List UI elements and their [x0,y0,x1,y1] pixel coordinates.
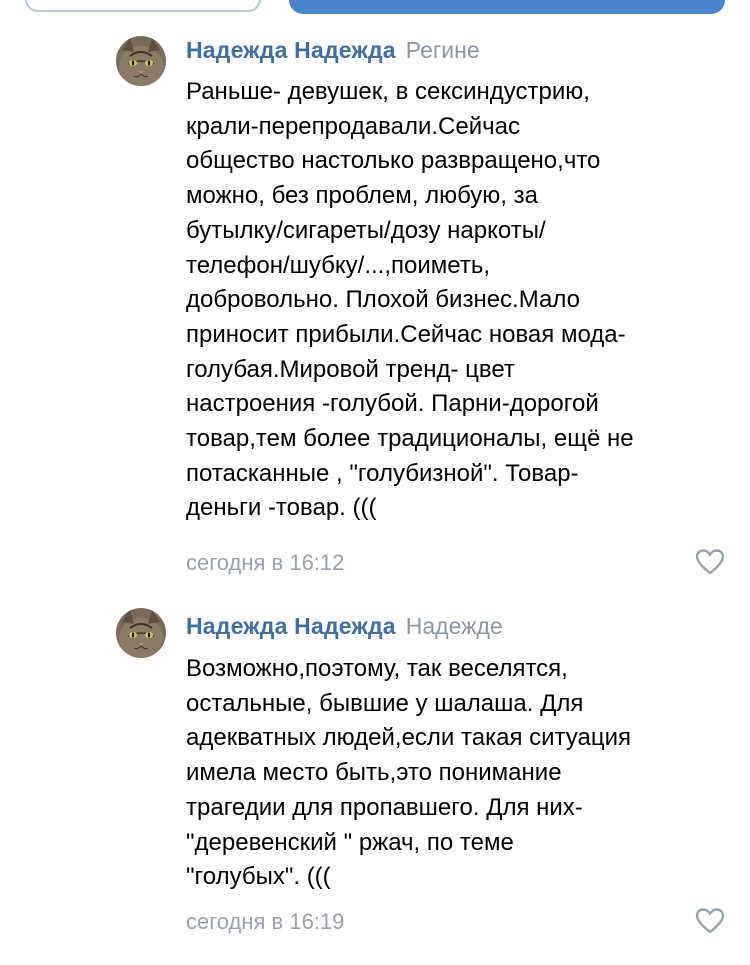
comment-header: Надежда Надежда Регине [186,35,480,65]
comment-author-link[interactable]: Надежда Надежда [186,613,396,639]
heart-outline-icon[interactable] [695,907,725,935]
primary-action-button[interactable] [289,0,725,14]
secondary-action-button[interactable] [25,0,261,12]
cat-avatar-icon[interactable] [116,36,166,86]
top-action-bar [0,0,750,20]
comment-reply-to[interactable]: Надежде [406,613,503,639]
cat-avatar-icon[interactable] [116,608,166,658]
comment-timestamp[interactable]: сегодня в 16:12 [186,549,344,577]
comment-reply-to[interactable]: Регине [406,37,480,63]
comment-timestamp[interactable]: сегодня в 16:19 [186,908,344,936]
comment-text: Возможно,поэтому, так веселятся, остальн… [186,655,631,891]
comment-header: Надежда Надежда Надежде [186,611,503,641]
comment-text: Раньше- девушек, в сексиндустрию, крали-… [186,78,634,522]
comment-author-link[interactable]: Надежда Надежда [186,37,396,63]
heart-outline-icon[interactable] [695,548,725,576]
